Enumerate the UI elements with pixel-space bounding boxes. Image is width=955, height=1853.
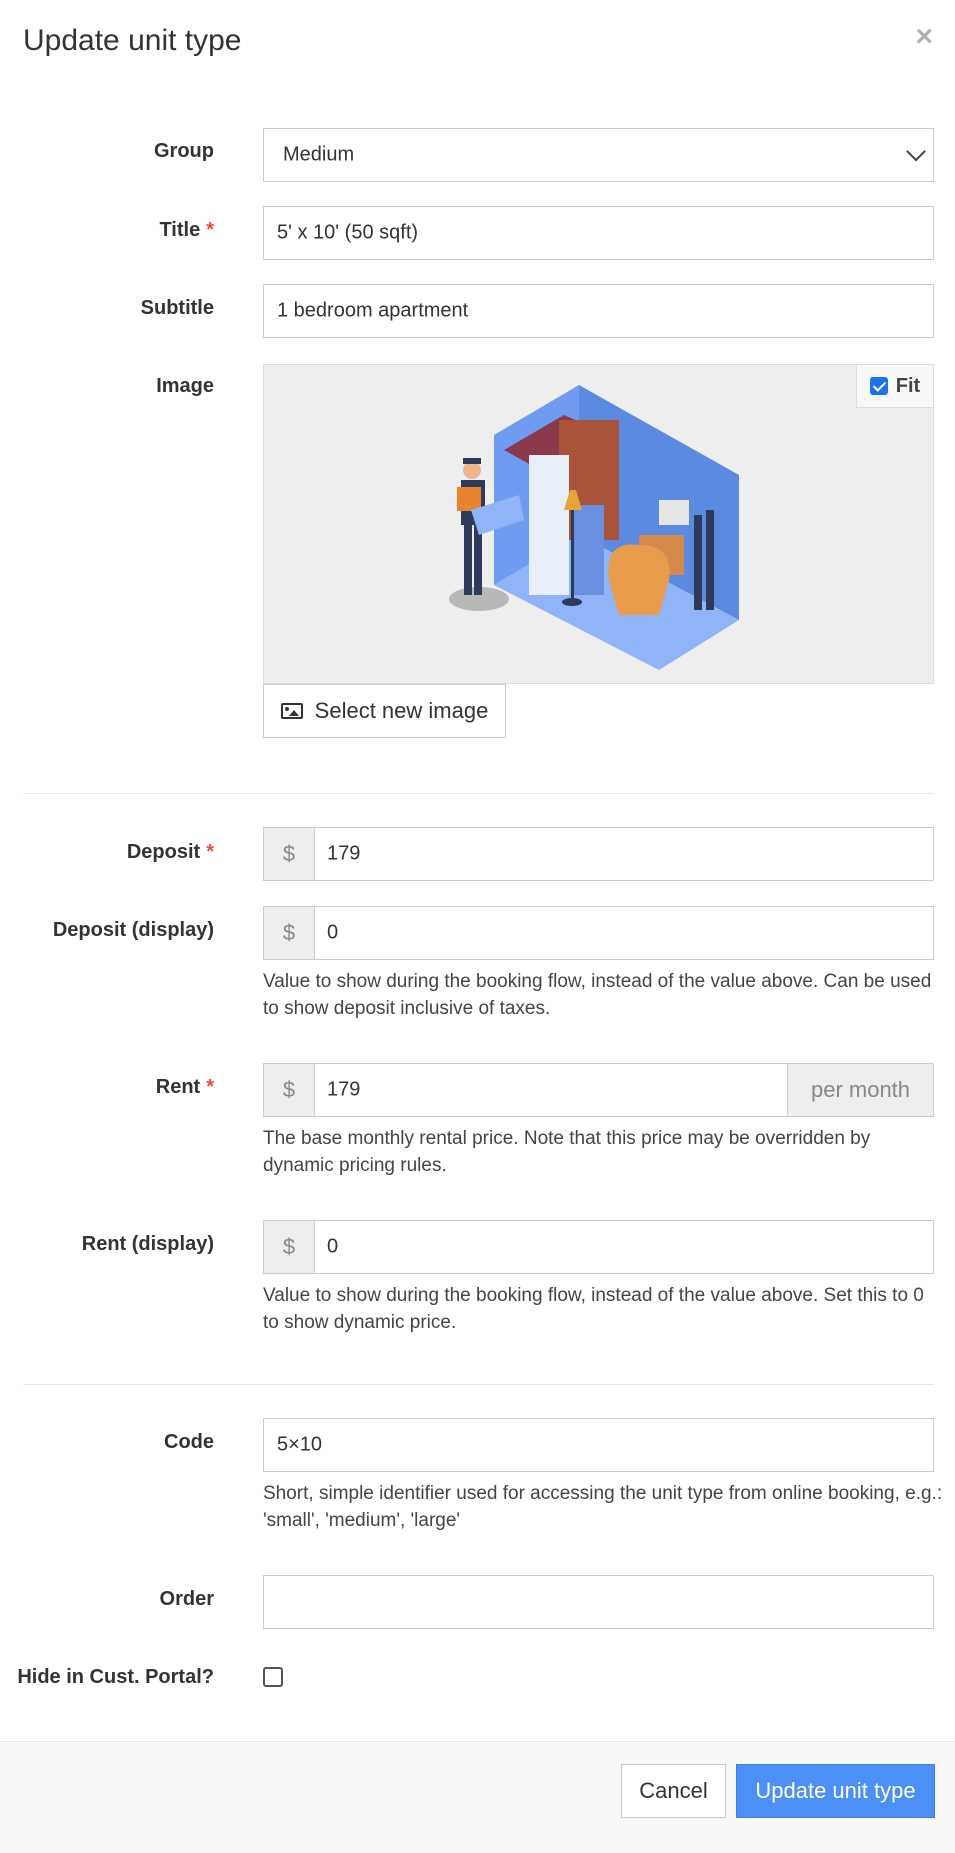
close-icon[interactable]: × bbox=[915, 22, 933, 52]
storage-unit-illustration bbox=[449, 385, 739, 670]
chevron-down-icon bbox=[906, 141, 926, 162]
rent-display-help: Value to show during the booking flow, i… bbox=[263, 1285, 924, 1333]
rent-display-label: Rent (display) bbox=[81, 1233, 214, 1255]
group-select[interactable]: Medium bbox=[263, 128, 934, 182]
title-input[interactable]: 5' x 10' (50 sqft) bbox=[263, 206, 934, 260]
hide-in-portal-label: Hide in Cust. Portal? bbox=[17, 1666, 214, 1688]
order-label: Order bbox=[159, 1588, 214, 1610]
deposit-display-help: Value to show during the booking flow, i… bbox=[263, 971, 932, 1019]
code-input[interactable]: 5×10 bbox=[263, 1418, 934, 1472]
currency-addon: $ bbox=[264, 1064, 315, 1116]
title-label: Title * bbox=[159, 219, 214, 241]
required-marker: * bbox=[206, 1076, 214, 1098]
group-label: Group bbox=[154, 140, 214, 162]
image-label: Image bbox=[156, 375, 214, 397]
rent-help: The base monthly rental price. Note that… bbox=[263, 1128, 871, 1176]
image-icon bbox=[280, 703, 303, 719]
currency-addon: $ bbox=[264, 1221, 315, 1273]
divider bbox=[23, 793, 934, 794]
fit-toggle[interactable]: Fit bbox=[856, 365, 933, 408]
hide-in-portal-checkbox[interactable] bbox=[263, 1667, 283, 1687]
order-input[interactable] bbox=[263, 1575, 934, 1629]
update-unit-type-button[interactable]: Update unit type bbox=[736, 1764, 935, 1818]
rent-label: Rent * bbox=[155, 1076, 214, 1098]
modal-title: Update unit type bbox=[23, 24, 242, 57]
unit-image-preview: Fit bbox=[263, 364, 934, 684]
deposit-input[interactable]: $ 179 bbox=[263, 827, 934, 881]
currency-addon: $ bbox=[264, 907, 315, 959]
divider bbox=[23, 1384, 934, 1385]
deposit-display-label: Deposit (display) bbox=[52, 919, 214, 941]
required-marker: * bbox=[206, 219, 214, 241]
currency-addon: $ bbox=[264, 828, 315, 880]
deposit-display-input[interactable]: $ 0 bbox=[263, 906, 934, 960]
update-unit-type-modal: Update unit type × Group Medium Title * 5… bbox=[0, 0, 955, 1853]
per-month-addon: per month bbox=[787, 1064, 933, 1116]
subtitle-label: Subtitle bbox=[140, 297, 214, 319]
select-new-image-button[interactable]: Select new image bbox=[263, 684, 506, 738]
code-label: Code bbox=[164, 1431, 214, 1453]
fit-checkbox[interactable] bbox=[869, 377, 888, 395]
rent-display-input[interactable]: $ 0 bbox=[263, 1220, 934, 1274]
subtitle-input[interactable]: 1 bedroom apartment bbox=[263, 284, 934, 338]
rent-input[interactable]: $ 179 per month bbox=[263, 1063, 934, 1117]
code-help: Short, simple identifier used for access… bbox=[263, 1483, 943, 1531]
cancel-button[interactable]: Cancel bbox=[621, 1764, 726, 1818]
required-marker: * bbox=[206, 841, 214, 863]
deposit-label: Deposit * bbox=[126, 841, 214, 863]
